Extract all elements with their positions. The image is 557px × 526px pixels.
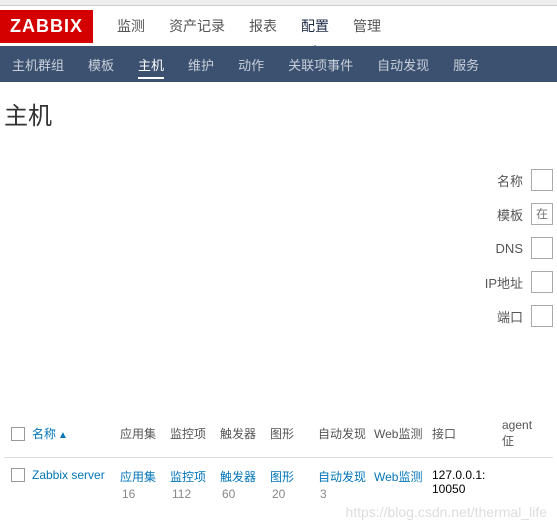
th-name[interactable]: 名称▲ [32, 425, 120, 442]
trigger-link[interactable]: 触发器 [220, 468, 270, 485]
header: ZABBIX 监测 资产记录 报表 配置 管理 [0, 6, 557, 46]
checkbox-row[interactable] [11, 468, 25, 482]
filter-name-label: 名称 [497, 171, 523, 190]
nav-admin[interactable]: 管理 [341, 6, 393, 46]
filter-form: 名称 模板 DNS IP地址 端口 [0, 149, 557, 370]
sub-nav: 主机群组 模板 主机 维护 动作 关联项事件 自动发现 服务 [0, 46, 557, 82]
interface-value: 127.0.0.1: 10050 [432, 468, 502, 496]
host-name-link[interactable]: Zabbix server [32, 468, 120, 482]
filter-ip-label: IP地址 [485, 273, 523, 292]
th-trigger: 触发器 [220, 425, 270, 442]
filter-dns-input[interactable] [531, 237, 553, 259]
main-nav: 监测 资产记录 报表 配置 管理 [105, 6, 393, 46]
sort-asc-icon: ▲ [58, 430, 68, 441]
subnav-maintenance[interactable]: 维护 [176, 46, 226, 83]
subnav-templates[interactable]: 模板 [76, 46, 126, 83]
graph-count: 20 [272, 487, 318, 501]
filter-dns-label: DNS [496, 241, 523, 256]
watermark: https://blog.csdn.net/thermal_life [345, 504, 547, 520]
subnav-hosts[interactable]: 主机 [126, 46, 176, 83]
subnav-actions[interactable]: 动作 [226, 46, 276, 83]
subnav-correlation[interactable]: 关联项事件 [276, 46, 365, 83]
zabbix-logo[interactable]: ZABBIX [0, 10, 93, 43]
th-graph: 图形 [270, 425, 318, 442]
filter-template-label: 模板 [497, 205, 523, 224]
app-count: 16 [122, 487, 170, 501]
subnav-hostgroups[interactable]: 主机群组 [0, 46, 76, 83]
filter-port-label: 端口 [497, 307, 523, 326]
nav-inventory[interactable]: 资产记录 [157, 6, 237, 46]
th-auto: 自动发现 [318, 425, 374, 442]
trigger-count: 60 [222, 487, 270, 501]
filter-template-input[interactable] [531, 203, 553, 225]
auto-link[interactable]: 自动发现 [318, 468, 374, 485]
checkbox-all[interactable] [11, 427, 25, 441]
th-web: Web监测 [374, 425, 432, 442]
graph-link[interactable]: 图形 [270, 468, 318, 485]
th-app: 应用集 [120, 425, 170, 442]
th-agent: agent佂 [502, 418, 542, 449]
monitor-link[interactable]: 监控项 [170, 468, 220, 485]
filter-name-input[interactable] [531, 169, 553, 191]
page-title: 主机 [0, 82, 557, 149]
nav-reports[interactable]: 报表 [237, 6, 289, 46]
monitor-count: 112 [172, 487, 220, 501]
subnav-services[interactable]: 服务 [441, 46, 491, 83]
subnav-discovery[interactable]: 自动发现 [365, 46, 441, 83]
nav-config[interactable]: 配置 [289, 6, 341, 46]
auto-count: 3 [320, 487, 374, 501]
app-link[interactable]: 应用集 [120, 468, 170, 485]
nav-monitor[interactable]: 监测 [105, 6, 157, 46]
web-link[interactable]: Web监测 [374, 470, 422, 484]
filter-ip-input[interactable] [531, 271, 553, 293]
th-interface: 接口 [432, 425, 502, 442]
th-monitor: 监控项 [170, 425, 220, 442]
table-header: 名称▲ 应用集 监控项 触发器 图形 自动发现 Web监测 接口 agent佂 [4, 410, 553, 458]
filter-port-input[interactable] [531, 305, 553, 327]
hosts-table: 名称▲ 应用集 监控项 触发器 图形 自动发现 Web监测 接口 agent佂 … [0, 410, 557, 511]
